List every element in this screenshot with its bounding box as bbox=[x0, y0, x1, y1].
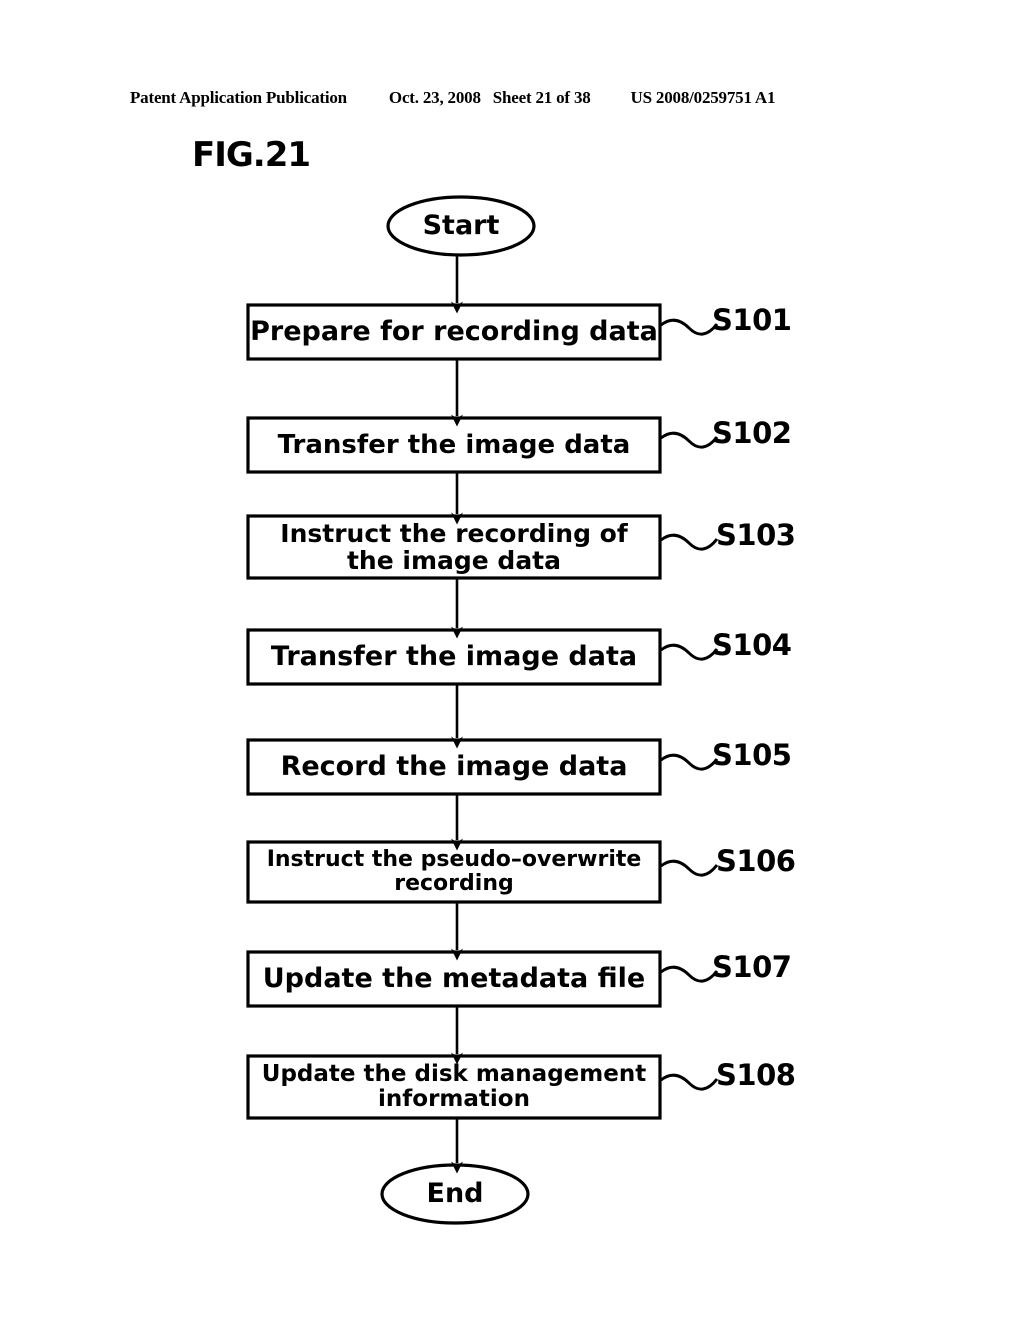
process-box-s106 bbox=[246, 840, 662, 904]
leader-squiggle-s101 bbox=[660, 318, 719, 336]
process-box-s101 bbox=[246, 303, 662, 361]
leader-squiggle-s105 bbox=[660, 753, 719, 771]
process-box-s103 bbox=[246, 514, 662, 580]
flowchart-diagram: Start End Prepare for recording data Tra… bbox=[0, 0, 1024, 1320]
leader-squiggle-s107 bbox=[660, 965, 719, 983]
leader-squiggle-s108 bbox=[660, 1073, 719, 1091]
leader-squiggle-s106 bbox=[660, 859, 719, 877]
leader-squiggle-s103 bbox=[660, 533, 719, 551]
step-ref-s108: S108 bbox=[716, 1058, 796, 1092]
flowchart-canvas bbox=[246, 195, 719, 1225]
process-box-s105 bbox=[246, 738, 662, 796]
step-ref-s106: S106 bbox=[716, 844, 796, 878]
process-box-s102 bbox=[246, 416, 662, 474]
terminal-end-shape bbox=[380, 1163, 530, 1225]
step-ref-s102: S102 bbox=[712, 416, 792, 450]
leader-squiggle-s102 bbox=[660, 431, 719, 449]
leader-squiggle-s104 bbox=[660, 643, 719, 661]
step-ref-s105: S105 bbox=[712, 738, 792, 772]
process-box-s108 bbox=[246, 1054, 662, 1120]
step-ref-s103: S103 bbox=[716, 518, 796, 552]
terminal-start-shape bbox=[386, 195, 536, 257]
process-box-s107 bbox=[246, 950, 662, 1008]
step-ref-s104: S104 bbox=[712, 628, 792, 662]
process-box-s104 bbox=[246, 628, 662, 686]
step-ref-s101: S101 bbox=[712, 303, 792, 337]
step-ref-s107: S107 bbox=[712, 950, 792, 984]
